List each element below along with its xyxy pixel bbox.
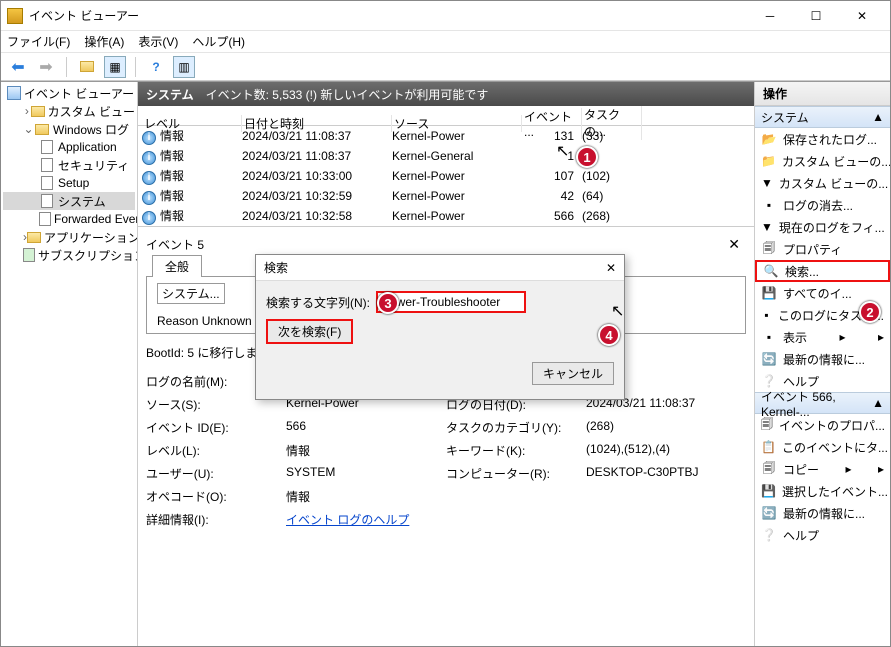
action-item[interactable]: ❔ヘルプ: [755, 524, 890, 546]
annotation-badge-4: 4: [598, 324, 620, 346]
event-list[interactable]: レベル 日付と時刻 ソース イベント ... タスクの... i情報2024/0…: [138, 106, 754, 227]
action-item[interactable]: 💾選択したイベント...: [755, 480, 890, 502]
tree-setup[interactable]: Setup: [58, 176, 89, 190]
action-icon: 📋: [761, 439, 776, 455]
tree-custom-views[interactable]: カスタム ビュー: [48, 103, 135, 120]
action-item[interactable]: 🔄最新の情報に...: [755, 502, 890, 524]
actions-section-system: システム: [761, 109, 809, 126]
action-item[interactable]: ▪表示▸▸: [755, 326, 890, 348]
show-tree-icon[interactable]: [76, 56, 98, 78]
action-item[interactable]: 📁カスタム ビューの...: [755, 150, 890, 172]
event-row[interactable]: i情報2024/03/21 11:08:37Kernel-General1(5): [138, 146, 754, 166]
annotation-badge-2: 2: [859, 301, 881, 323]
action-item[interactable]: ▪ログの消去...: [755, 194, 890, 216]
help-icon[interactable]: ?: [145, 56, 167, 78]
tree-app-services[interactable]: アプリケーションとサービス ログ: [44, 229, 138, 246]
tree-subscriptions[interactable]: サブスクリプション: [38, 247, 138, 264]
action-icon: ❔: [761, 527, 777, 543]
window-title: イベント ビューアー: [29, 7, 748, 24]
action-icon: 🗐: [761, 461, 777, 477]
detail-sys: システム...: [157, 283, 225, 304]
actions-header: 操作: [755, 82, 890, 106]
event-row[interactable]: i情報2024/03/21 10:32:58Kernel-Power566(26…: [138, 206, 754, 226]
action-icon: 🔄: [761, 351, 777, 367]
action-item[interactable]: 🔍検索...: [755, 260, 890, 282]
action-icon: 🗐: [761, 417, 773, 433]
panel-icon[interactable]: ▥: [173, 56, 195, 78]
action-icon: 📂: [761, 131, 777, 147]
event-log-help-link[interactable]: イベント ログのヘルプ: [286, 511, 446, 528]
menu-view[interactable]: 表示(V): [138, 33, 178, 50]
forward-button[interactable]: ➡: [35, 56, 57, 78]
event-row[interactable]: i情報2024/03/21 10:33:00Kernel-Power107(10…: [138, 166, 754, 186]
tree-application[interactable]: Application: [58, 140, 117, 154]
action-item[interactable]: 🗐イベントのプロパ...: [755, 414, 890, 436]
action-icon: 💾: [761, 285, 777, 301]
collapse-icon[interactable]: ▲: [872, 396, 884, 410]
tree-system[interactable]: システム: [58, 193, 106, 210]
center-header: システム イベント数: 5,533 (!) 新しいイベントが利用可能です: [138, 82, 754, 106]
dialog-title: 検索: [264, 259, 288, 276]
back-button[interactable]: ⬅: [7, 56, 29, 78]
annotation-badge-1: 1: [576, 146, 598, 168]
action-icon: 🗐: [761, 241, 777, 257]
find-label: 検索する文字列(N):: [266, 294, 370, 311]
menu-help[interactable]: ヘルプ(H): [192, 33, 245, 50]
action-icon: ▪: [761, 307, 772, 323]
action-icon: ▼: [761, 175, 773, 191]
find-next-button[interactable]: 次を検索(F): [266, 319, 353, 344]
tree-root[interactable]: イベント ビューアー (ローカル): [24, 85, 138, 102]
find-dialog: 検索 ✕ 検索する文字列(N): 次を検索(F) キャンセル: [255, 254, 625, 400]
tree-forwarded[interactable]: Forwarded Events: [54, 212, 138, 226]
action-item[interactable]: ▼現在のログをフィ...: [755, 216, 890, 238]
minimize-button[interactable]: ─: [748, 2, 792, 30]
menu-file[interactable]: ファイル(F): [7, 33, 70, 50]
action-icon: ▪: [761, 329, 777, 345]
action-item[interactable]: 📂保存されたログ...: [755, 128, 890, 150]
action-icon: ▪: [761, 197, 777, 213]
properties-icon[interactable]: ▦: [104, 56, 126, 78]
detail-header: イベント 5: [146, 236, 204, 253]
dialog-close-icon[interactable]: ✕: [606, 261, 616, 275]
tree-security[interactable]: セキュリティ: [58, 157, 129, 174]
collapse-icon[interactable]: ▲: [872, 110, 884, 124]
action-icon: 🔍: [763, 263, 779, 279]
action-item[interactable]: 🗐コピー▸▸: [755, 458, 890, 480]
close-button[interactable]: ✕: [840, 2, 884, 30]
tree-windows-logs[interactable]: Windows ログ: [53, 121, 129, 138]
maximize-button[interactable]: ☐: [794, 2, 838, 30]
cancel-button[interactable]: キャンセル: [532, 362, 614, 385]
action-icon: ▼: [761, 219, 773, 235]
action-icon: 🔄: [761, 505, 777, 521]
app-icon: [7, 8, 23, 24]
event-row[interactable]: i情報2024/03/21 10:32:59Kernel-Power42(64): [138, 186, 754, 206]
event-row[interactable]: i情報2024/03/21 11:08:37Kernel-Power131(33…: [138, 126, 754, 146]
annotation-badge-3: 3: [377, 292, 399, 314]
action-item[interactable]: 🗐プロパティ: [755, 238, 890, 260]
menu-action[interactable]: 操作(A): [84, 33, 124, 50]
action-item[interactable]: ▼カスタム ビューの...: [755, 172, 890, 194]
action-item[interactable]: 🔄最新の情報に...: [755, 348, 890, 370]
navigation-tree[interactable]: イベント ビューアー (ローカル) ›カスタム ビュー ⌄Windows ログ …: [1, 82, 138, 646]
action-icon: 💾: [761, 483, 776, 499]
action-item[interactable]: 📋このイベントにタ...: [755, 436, 890, 458]
close-detail-icon[interactable]: ✕: [728, 236, 740, 253]
action-icon: 📁: [761, 153, 776, 169]
tab-general[interactable]: 全般: [152, 255, 202, 277]
